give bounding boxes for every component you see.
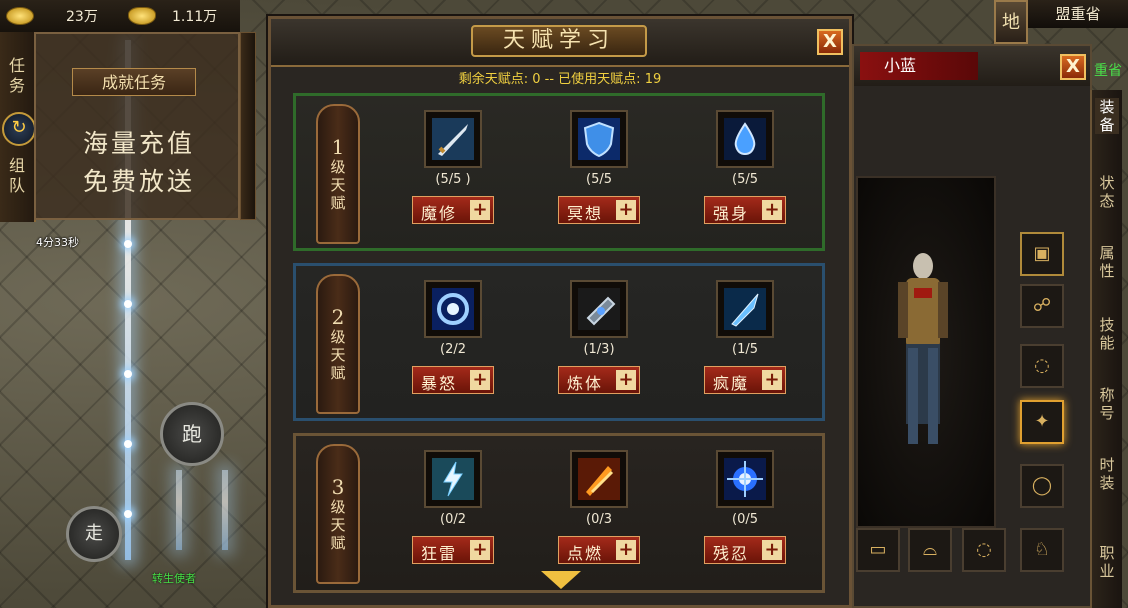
tab-profession[interactable]: 职业 <box>1095 544 1119 580</box>
sword-icon[interactable] <box>424 110 482 168</box>
learn-fengmo-button[interactable]: 疯魔 + <box>704 366 786 394</box>
talent-close-button[interactable]: X <box>817 29 843 55</box>
talent-points-summary: 剩余天赋点: 0 -- 已使用天赋点: 19 <box>458 72 662 87</box>
tab-skills[interactable]: 技能 <box>1095 316 1119 352</box>
talent-tier-2: 2 级 天 赋 (2/2 暴怒 + (1/3) 炼体 + (1/5 疯魔 + <box>293 263 825 421</box>
wind-swirl-icon[interactable] <box>424 280 482 338</box>
gold-amount: 23万 <box>66 9 98 25</box>
plus-icon[interactable]: + <box>616 370 636 390</box>
light-orb <box>124 240 132 248</box>
tab-fashion[interactable]: 时装 <box>1095 456 1119 492</box>
plus-icon[interactable]: + <box>470 540 490 560</box>
mount-slot[interactable]: ♘ <box>1020 528 1064 572</box>
talent-tier-1: 1 级 天 赋 (5/5 ) 魔修 + (5/5 冥想 + (5/5 强身 + <box>293 93 825 251</box>
plus-icon[interactable]: + <box>616 200 636 220</box>
learn-mingxiang-button[interactable]: 冥想 + <box>558 196 640 224</box>
team-tab[interactable]: 组队 <box>7 156 27 196</box>
plus-icon[interactable]: + <box>470 370 490 390</box>
learn-dianran-button[interactable]: 点燃 + <box>558 536 640 564</box>
achievement-panel: 成就任务 海量充值 免费放送 <box>34 32 240 220</box>
light-orb <box>124 510 132 518</box>
energy-burst-icon[interactable] <box>716 450 774 508</box>
plus-icon[interactable]: + <box>470 200 490 220</box>
promo-line-2: 免费放送 <box>82 167 195 196</box>
character-close-button[interactable]: X <box>1060 54 1086 80</box>
achievement-task-button[interactable]: 成就任务 <box>72 68 196 96</box>
resource-bar: 23万 1.11万 <box>0 0 240 33</box>
talent-tier-3: 3 级 天 赋 (0/2 狂雷 + (0/3 点燃 + (0/5 残忍 + <box>293 433 825 593</box>
thunder-icon[interactable] <box>424 450 482 508</box>
shield-icon[interactable] <box>570 110 628 168</box>
arm-guard-icon[interactable] <box>570 280 628 338</box>
tab-attributes[interactable]: 属性 <box>1095 244 1119 280</box>
collapse-panel-handle[interactable] <box>240 32 256 220</box>
zone-label: 重省 <box>1094 63 1122 79</box>
ingot-amount: 1.11万 <box>172 9 218 25</box>
location-name: 盟重省 <box>1028 0 1128 28</box>
tier-1-label: 1 级 天 赋 <box>316 104 360 244</box>
character-side-tabs: 装备 状态 属性 技能 称号 时装 职业 <box>1090 90 1122 608</box>
talent-window-title: 天赋学习 <box>471 25 647 57</box>
belt-slot[interactable]: ▭ <box>856 528 900 572</box>
talent-window-header: 天赋学习 X <box>271 19 849 67</box>
left-side-tabs: 任务 ↻ 组队 <box>0 32 36 222</box>
tab-titles[interactable]: 称号 <box>1095 386 1119 422</box>
learn-moxiu-button[interactable]: 魔修 + <box>412 196 494 224</box>
tab-equipment[interactable]: 装备 <box>1095 98 1119 134</box>
empty-slot[interactable]: ◌ <box>962 528 1006 572</box>
plus-icon[interactable]: + <box>762 370 782 390</box>
character-figure <box>898 253 948 444</box>
light-orb <box>124 370 132 378</box>
plus-icon[interactable]: + <box>616 540 636 560</box>
light-beam <box>222 470 228 550</box>
promo-line-1: 海量充值 <box>82 129 195 158</box>
character-name: 小蓝 <box>860 52 978 80</box>
bracelet-slot[interactable]: ✦ <box>1020 400 1064 444</box>
light-orb <box>124 440 132 448</box>
map-button[interactable]: 地 <box>994 0 1028 44</box>
gold-ingot-icon <box>128 7 156 25</box>
countdown-timer: 4分33秒 <box>36 236 79 249</box>
tab-status[interactable]: 状态 <box>1095 174 1119 210</box>
necklace-slot[interactable]: ☍ <box>1020 284 1064 328</box>
walk-button[interactable]: 走 <box>66 506 122 562</box>
character-window: 小蓝 X ▣ ☍ ◌ ✦ ◯ ▭ ⌓ ◌ ♘ <box>852 44 1092 608</box>
light-beam <box>176 470 182 550</box>
cycle-arrows-icon[interactable]: ↻ <box>2 112 36 146</box>
light-orb <box>124 300 132 308</box>
learn-canren-button[interactable]: 残忍 + <box>704 536 786 564</box>
run-button[interactable]: 跑 <box>160 402 224 466</box>
talent-learning-window: 天赋学习 X 剩余天赋点: 0 -- 已使用天赋点: 19 1 级 天 赋 (5… <box>268 16 852 608</box>
gold-coin-icon <box>6 7 34 25</box>
tier-2-label: 2 级 天 赋 <box>316 274 360 414</box>
scroll-down-arrow-icon[interactable] <box>541 571 581 589</box>
water-drop-icon[interactable] <box>716 110 774 168</box>
boots-slot[interactable]: ⌓ <box>908 528 952 572</box>
treasure-chest-slot[interactable]: ▣ <box>1020 232 1064 276</box>
learn-kuanglei-button[interactable]: 狂雷 + <box>412 536 494 564</box>
plus-icon[interactable]: + <box>762 200 782 220</box>
tier-3-label: 3 级 天 赋 <box>316 444 360 584</box>
learn-qiangshen-button[interactable]: 强身 + <box>704 196 786 224</box>
npc-name-label[interactable]: 转生使者 <box>152 570 196 586</box>
character-window-header: 小蓝 X <box>854 46 1090 86</box>
flame-icon[interactable] <box>570 450 628 508</box>
task-tab[interactable]: 任务 <box>7 56 27 96</box>
ring-slot[interactable]: ◯ <box>1020 464 1064 508</box>
learn-lianti-button[interactable]: 炼体 + <box>558 366 640 394</box>
blade-icon[interactable] <box>716 280 774 338</box>
plus-icon[interactable]: + <box>762 540 782 560</box>
learn-baonu-button[interactable]: 暴怒 + <box>412 366 494 394</box>
character-portrait <box>856 176 996 528</box>
empty-slot[interactable]: ◌ <box>1020 344 1064 388</box>
